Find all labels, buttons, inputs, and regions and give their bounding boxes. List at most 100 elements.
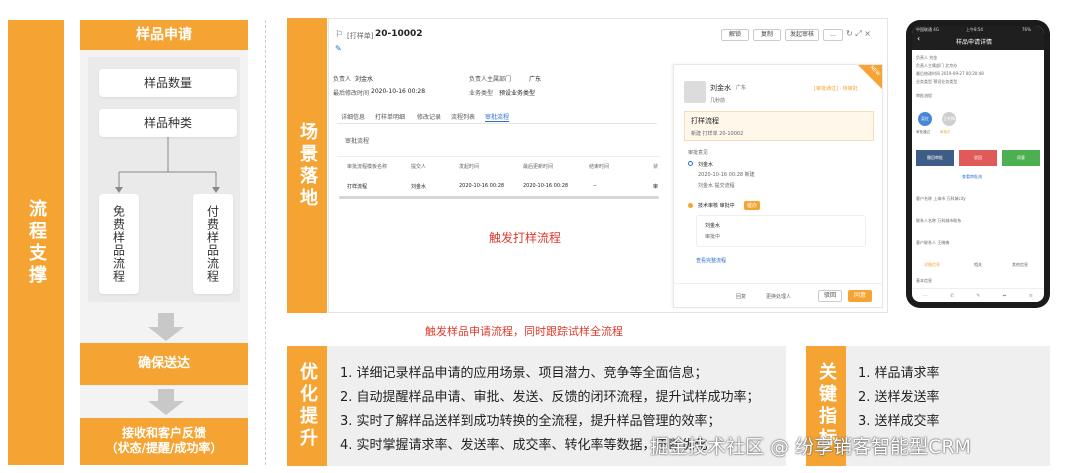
feedback-line1: 接收和客户反馈 [121, 426, 206, 440]
td-submitter: 刘金水 [411, 184, 427, 190]
record-number: 20-10002 [375, 29, 423, 39]
process-support-text: 流程支撑 [26, 198, 47, 287]
m-share-icon[interactable]: ➦ [1003, 293, 1007, 299]
th-submitter: 提交人 [411, 164, 427, 170]
m-edit-icon[interactable]: ✎ [976, 293, 980, 299]
dept-label: 负责人主属部门 [469, 76, 512, 83]
status-time: 上午8:54 [966, 27, 983, 32]
down-arrow-2 [148, 389, 184, 415]
m-bottom-bar: ⋯ ✆ ✎ ➦ ≡ [912, 288, 1044, 302]
m-phone-icon[interactable]: ✆ [950, 293, 954, 299]
td-status: 审 [653, 184, 659, 190]
divider-line [265, 20, 266, 465]
tab-change-log[interactable]: 修改记录 [417, 112, 441, 121]
m-reject-button[interactable]: 驳回 [959, 150, 997, 166]
m-section: 审批流程 [916, 93, 932, 98]
m-more-icon[interactable]: ⋯ [923, 293, 928, 299]
reject-button[interactable]: 驳回 [818, 290, 842, 302]
tab-details[interactable]: 详细信息 [341, 112, 365, 121]
th-end: 结束时间 [589, 164, 610, 170]
type-value: 预设业务类型 [499, 90, 536, 97]
scene-text: 场景落地 [297, 121, 318, 210]
pending-card: 刘金水 审批中 [696, 215, 866, 247]
log3-name: 刘金水 [705, 223, 721, 229]
paid-sample-card: 付费样品流程 [193, 194, 233, 294]
optimize-item-3: 3. 实时了解样品送样到成功转换的全流程，提升样品管理的效率； [340, 414, 721, 429]
m-tab-related[interactable]: 相关 [974, 262, 982, 268]
mobile-screen: 中国联通 4G 上午8:54 76% ‹ 样品申请详情 负责人 刘金 负责人主属… [912, 26, 1044, 302]
refresh-icon[interactable]: ↻ ⤢ × [846, 29, 871, 39]
feedback-box: 接收和客户反馈 （状态/提醒/成功率） [80, 418, 248, 465]
m-view-flow-link[interactable]: 查看审批流 [962, 174, 982, 180]
user-time: 几秒前 [710, 98, 726, 104]
scene-label: 场景落地 [287, 18, 327, 313]
optimize-item-2: 2. 自动提醒样品申请、审批、发送、反馈的闭环流程，提升试样成功率； [340, 390, 760, 405]
user-name: 刘金水 [710, 84, 731, 92]
ensure-delivery-box: 确保送达 [80, 343, 248, 385]
optimize-label: 优化提升 [287, 346, 327, 466]
urge-tag[interactable]: 催办 [744, 201, 761, 210]
status-left: 中国联通 4G [916, 27, 939, 32]
m-info-2: 客户联系人 王晓梅 [916, 240, 950, 245]
reply-button[interactable]: 回复 [736, 293, 746, 300]
owner-label: 负责人 [333, 76, 352, 83]
record-title-prefix: [打样单] [347, 32, 374, 40]
start-review-button[interactable]: 发起审核 [785, 29, 819, 41]
paid-sample-text: 付费样品流程 [205, 205, 220, 283]
log1-note: 刘金水 提交流程 [698, 183, 735, 189]
m-basic-info: 基本信息 [916, 278, 932, 283]
change-handler-button[interactable]: 更换处理人 [766, 293, 791, 300]
tab-flow-list[interactable]: 流程列表 [451, 112, 475, 121]
tab-sample-items[interactable]: 打样单明细 [375, 112, 405, 121]
more-button[interactable]: ... [823, 29, 843, 41]
type-label: 业务类型 [469, 90, 494, 97]
approval-table: 审批流程模板名称 提交人 发起时间 最后更新时间 结束时间 状 打样流程 刘金水… [337, 156, 661, 196]
td-template[interactable]: 打样流程 [347, 183, 367, 190]
modified-value: 2020-10-16 00:28 [371, 88, 426, 95]
td-start: 2020-10-16 00:28 [459, 183, 505, 189]
feedback-line2: （状态/提醒/成功率） [105, 441, 223, 455]
approval-panel: NEW 刘金水 广东 几秒前 [审批通过] · 待审批 打样流程 新建 打样单 … [673, 64, 883, 308]
log1-name: 刘金水 [698, 162, 714, 168]
flow-card[interactable]: 打样流程 新建 打样单 20-10002 [684, 111, 874, 141]
unlock-button[interactable]: 解锁 [721, 29, 749, 41]
tab-approval-flow[interactable]: 审批流程 [485, 112, 510, 122]
copy-button[interactable]: 复制 [753, 29, 781, 41]
user-avatar [684, 81, 706, 103]
kpi-item-2: 2. 送样发送率 [858, 390, 940, 405]
down-arrow-1 [148, 313, 184, 341]
optimize-item-1: 1. 详细记录样品申请的应用场景、项目潜力、竞争等全面信息； [340, 366, 708, 381]
kpi-list: 1. 样品请求率 2. 送样发送率 3. 送样成交率 [858, 362, 1038, 434]
m-approve-button[interactable]: 同意 [1002, 150, 1040, 166]
link-icon: ✎ [335, 44, 342, 53]
sample-type-card: 样品种类 [99, 109, 237, 137]
kpi-item-1: 1. 样品请求率 [858, 366, 940, 381]
m-menu-icon[interactable]: ≡ [1029, 293, 1033, 299]
dept-value: 广东 [529, 76, 542, 83]
m-withdraw-button[interactable]: 撤回审批 [916, 150, 954, 166]
approve-button[interactable]: 同意 [848, 290, 872, 302]
m-avatar-1: 吴红 [918, 112, 932, 126]
process-support-label: 流程支撑 [8, 20, 64, 465]
user-dept: 广东 [736, 85, 747, 91]
m-info-0: 客户名称 上海市 万科城city [916, 196, 966, 201]
m-avatar-2: 王冬梅 [942, 112, 956, 126]
branch-arrows [115, 137, 220, 193]
crm-header: ⚐ [打样单] 20-10002 ✎ 解锁 复制 发起审核 ... ↻ ⤢ × [333, 24, 883, 60]
log2-title: 技术审核 审批中 [698, 203, 735, 209]
table-scrollbar[interactable] [339, 196, 659, 199]
log2-dot [688, 203, 693, 208]
back-icon[interactable]: ‹ [917, 34, 920, 43]
red-caption: 触发样品申请流程，同时跟踪试样全流程 [425, 325, 623, 338]
th-template: 审批流程模板名称 [347, 164, 388, 170]
view-full-flow-link[interactable]: 查看完整流程 [696, 257, 726, 264]
mobile-header: 中国联通 4G 上午8:54 76% ‹ 样品申请详情 [912, 26, 1044, 50]
th-status: 状 [653, 164, 659, 170]
m-line-1: 负责人主属部门 北京办 [916, 63, 958, 68]
sample-quantity-card: 样品数量 [99, 69, 237, 97]
log3-status: 审批中 [705, 234, 721, 240]
approval-section-title: 审批流程 [345, 138, 370, 145]
modified-label: 最后修改时间 [333, 90, 370, 97]
m-tab-details[interactable]: 详细信息 [924, 262, 940, 268]
m-tab-other[interactable]: 其他信息 [1012, 262, 1028, 268]
